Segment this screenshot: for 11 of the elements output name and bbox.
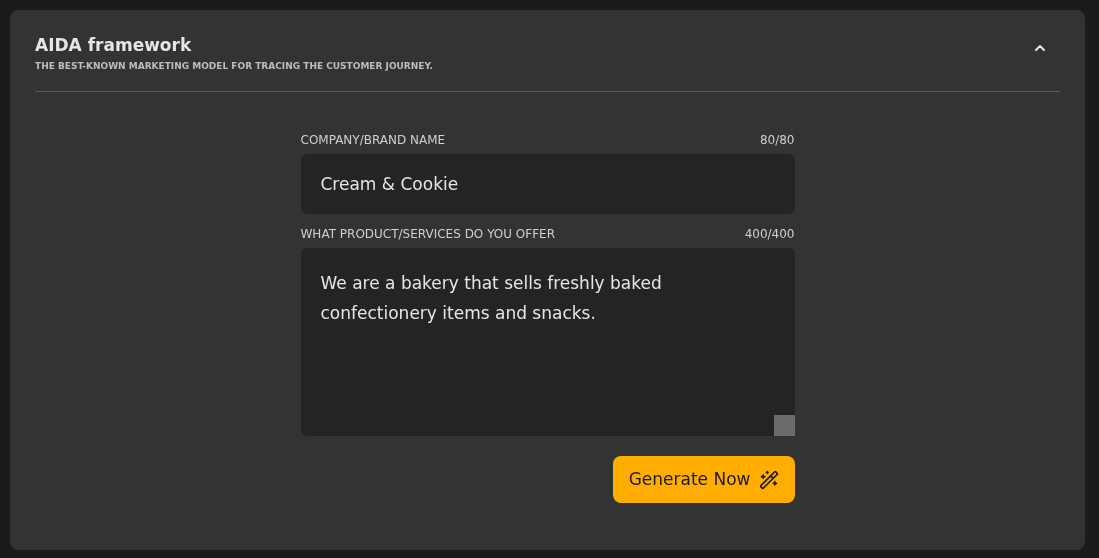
generate-button[interactable]: Generate Now [612, 456, 795, 503]
product-description-textarea[interactable]: We are a bakery that sells freshly baked confectionery items and snacks. [300, 248, 795, 436]
magic-wand-icon [758, 469, 779, 490]
resize-handle[interactable] [773, 415, 795, 436]
panel-subtitle: THE BEST-KNOWN MARKETING MODEL FOR TRACING THE CUSTOMER JOURNEY. [35, 60, 433, 72]
character-count: 80/80 [759, 132, 795, 148]
panel-title: AIDA framework [35, 34, 193, 56]
brand-name-input[interactable]: Cream & Cookie [300, 154, 795, 214]
character-count: 400/400 [744, 226, 795, 242]
field-label: WHAT PRODUCT/SERVICES DO YOU OFFER [300, 226, 555, 242]
field-label: COMPANY/BRAND NAME [300, 132, 446, 148]
